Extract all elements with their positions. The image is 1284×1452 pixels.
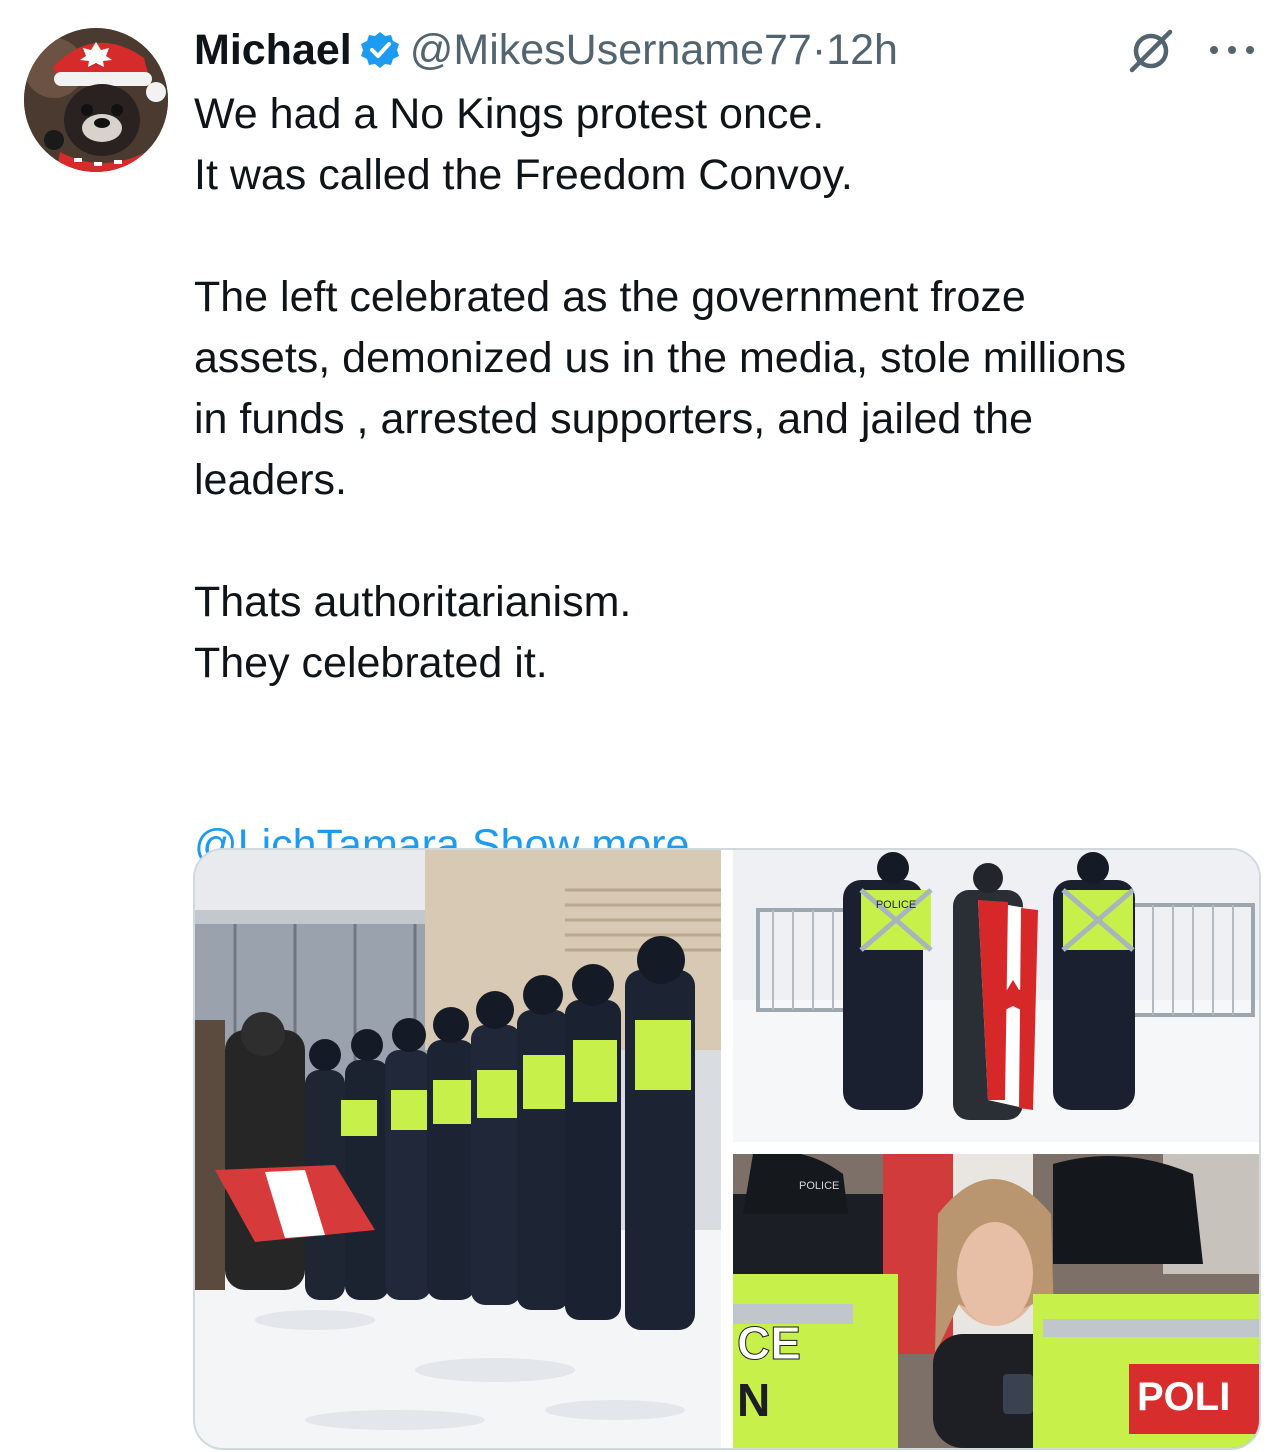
timestamp[interactable]: 12h [826,26,898,75]
vest-text-left-2: N [737,1374,770,1426]
police-vest-label: POLICE [876,899,916,911]
tweet-line: We had a No Kings protest once. [194,90,825,138]
photo-arrest-in-snow[interactable]: POLICE [733,850,1259,1142]
photo-police-line[interactable] [195,850,721,1448]
tweet-line: They celebrated it. [194,639,548,687]
tweet-line: The left celebrated as the government fr… [194,273,1026,321]
more-options-icon[interactable] [1206,38,1258,62]
tweet-line: It was called the Freedom Convoy. [194,151,853,199]
tweet-line: assets, demonized us in the media, stole… [194,334,1127,382]
grok-icon[interactable] [1126,26,1176,76]
verified-badge-icon [360,30,400,70]
tweet-line: in funds , arrested supporters, and jail… [194,395,1034,443]
meta-separator: · [811,25,827,74]
avatar-image [24,28,168,172]
vest-text-left: CE [737,1317,801,1369]
tweet-line: Thats authoritarianism. [194,578,632,626]
author-handle[interactable]: @MikesUsername77 [410,26,812,75]
photo-woman-with-police[interactable]: POLICE CE N POLI [733,1154,1259,1448]
media-grid: POLICE POLICE CE N POLI [193,848,1261,1450]
tweet-header: Michael @MikesUsername77 · 12h [194,22,898,78]
tweet-text: We had a No Kings protest once. It was c… [194,84,1264,876]
police-hat-label: POLICE [799,1180,839,1192]
author-name[interactable]: Michael [194,26,352,75]
vest-text-right: POLI [1137,1375,1230,1419]
avatar[interactable] [24,28,168,172]
tweet-line: leaders. [194,456,347,504]
